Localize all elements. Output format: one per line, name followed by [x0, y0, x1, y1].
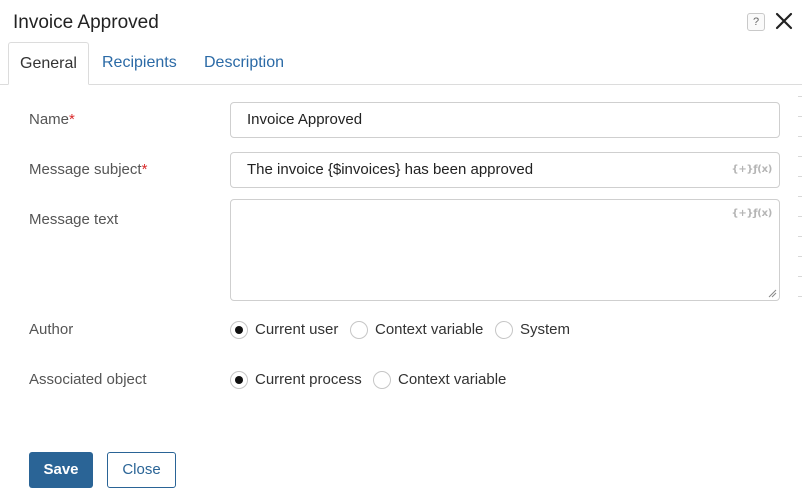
- required-mark: *: [141, 161, 148, 178]
- name-field[interactable]: Invoice Approved: [230, 102, 780, 138]
- required-mark: *: [69, 111, 75, 128]
- message-text-field[interactable]: {+}ƒ(x): [230, 199, 780, 301]
- radio-empty-icon: [495, 321, 513, 339]
- close-dialog-button[interactable]: [774, 11, 794, 31]
- message-text-label: Message text: [29, 211, 119, 228]
- tab-general[interactable]: General: [8, 42, 89, 85]
- tab-bar: General Recipients Description: [0, 42, 802, 85]
- save-button[interactable]: Save: [29, 452, 93, 488]
- help-button[interactable]: ?: [747, 13, 765, 31]
- scroll-edge: [798, 96, 802, 316]
- question-icon: ?: [752, 16, 760, 28]
- insert-variable-icon[interactable]: {+}ƒ(x): [732, 153, 773, 187]
- radio-selected-icon: [230, 321, 248, 339]
- author-label: Author: [29, 321, 74, 338]
- close-button[interactable]: Close: [107, 452, 176, 488]
- subject-value: The invoice {$invoices} has been approve…: [247, 161, 534, 178]
- subject-label: Message subject*: [29, 161, 148, 178]
- tab-description[interactable]: Description: [193, 42, 295, 84]
- resize-handle-icon[interactable]: [767, 288, 777, 298]
- insert-variable-icon[interactable]: {+}ƒ(x): [732, 208, 773, 219]
- radio-selected-icon: [230, 371, 248, 389]
- subject-field[interactable]: The invoice {$invoices} has been approve…: [230, 152, 780, 188]
- associated-object-label: Associated object: [29, 371, 147, 388]
- tab-recipients[interactable]: Recipients: [91, 42, 188, 84]
- dialog-header: Invoice Approved ?: [0, 0, 802, 44]
- name-label: Name*: [29, 111, 75, 128]
- dialog-title: Invoice Approved: [13, 12, 159, 33]
- radio-empty-icon: [350, 321, 368, 339]
- radio-empty-icon: [373, 371, 391, 389]
- close-icon: [775, 12, 793, 30]
